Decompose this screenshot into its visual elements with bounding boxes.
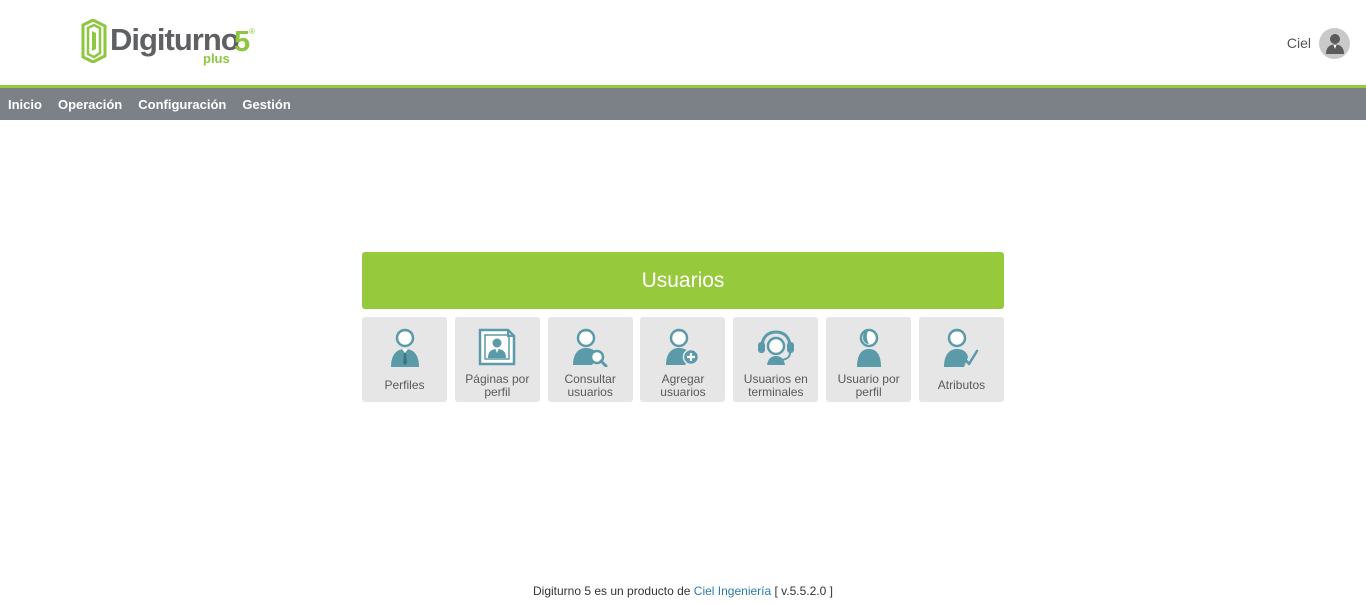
tile-paginas-por-perfil[interactable]: Páginas por perfil [454, 317, 540, 402]
tile-label: Usuarios en terminales [743, 372, 808, 399]
footer: Digiturno 5 es un producto de Ciel Ingen… [0, 584, 1366, 598]
tile-label: Agregar usuarios [660, 372, 706, 399]
header: Digiturno 5 ® plus Ciel [0, 0, 1366, 85]
user-search-icon [573, 328, 608, 367]
footer-company-link[interactable]: Ciel Ingeniería [694, 584, 771, 598]
logo-plus: plus [203, 51, 230, 66]
tile-atributos[interactable]: Atributos [918, 317, 1004, 402]
user-avatar-icon [1325, 34, 1344, 54]
user-add-icon [665, 328, 700, 366]
nav-item-inicio[interactable]: Inicio [8, 97, 42, 112]
tile-agregar-usuarios[interactable]: Agregar usuarios [640, 317, 726, 402]
user-check-icon [944, 328, 979, 367]
user-name[interactable]: Ciel [1287, 35, 1311, 51]
logo-number: 5 [234, 26, 251, 58]
nav-item-gestion[interactable]: Gestión [242, 97, 290, 112]
panel-title: Usuarios [362, 252, 1004, 309]
nav-item-configuracion[interactable]: Configuración [138, 97, 226, 112]
user-profile-icon [856, 328, 881, 367]
logo-mark-icon [81, 19, 107, 63]
tile-label: Consultar usuarios [564, 372, 616, 399]
footer-version: [ v.5.5.2.0 ] [771, 584, 833, 598]
tile-label: Perfiles [384, 378, 425, 392]
tile-consultar-usuarios[interactable]: Consultar usuarios [547, 317, 633, 402]
avatar[interactable] [1319, 27, 1350, 59]
tile-perfiles[interactable]: Perfiles [362, 317, 447, 402]
tile-label: Páginas por perfil [465, 372, 530, 399]
logo-registered-mark: ® [249, 27, 255, 36]
digiturno-logo[interactable]: Digiturno 5 ® plus [81, 18, 261, 66]
tile-usuario-por-perfil[interactable]: Usuario por perfil [826, 317, 912, 402]
profile-page-icon [479, 328, 516, 366]
user-tie-icon [390, 328, 419, 367]
tiles-grid: Perfiles Páginas por perfil Consultar us… [362, 317, 1004, 402]
tile-usuarios-en-terminales[interactable]: Usuarios en terminales [733, 317, 819, 402]
user-menu[interactable]: Ciel [1287, 27, 1350, 59]
tile-label: Atributos [937, 378, 986, 392]
headset-user-icon [757, 330, 794, 365]
tile-label: Usuario por perfil [837, 372, 900, 399]
footer-text-prefix: Digiturno 5 es un producto de [533, 584, 694, 598]
main-nav: Inicio Operación Configuración Gestión [0, 85, 1366, 120]
nav-item-operacion[interactable]: Operación [58, 97, 122, 112]
